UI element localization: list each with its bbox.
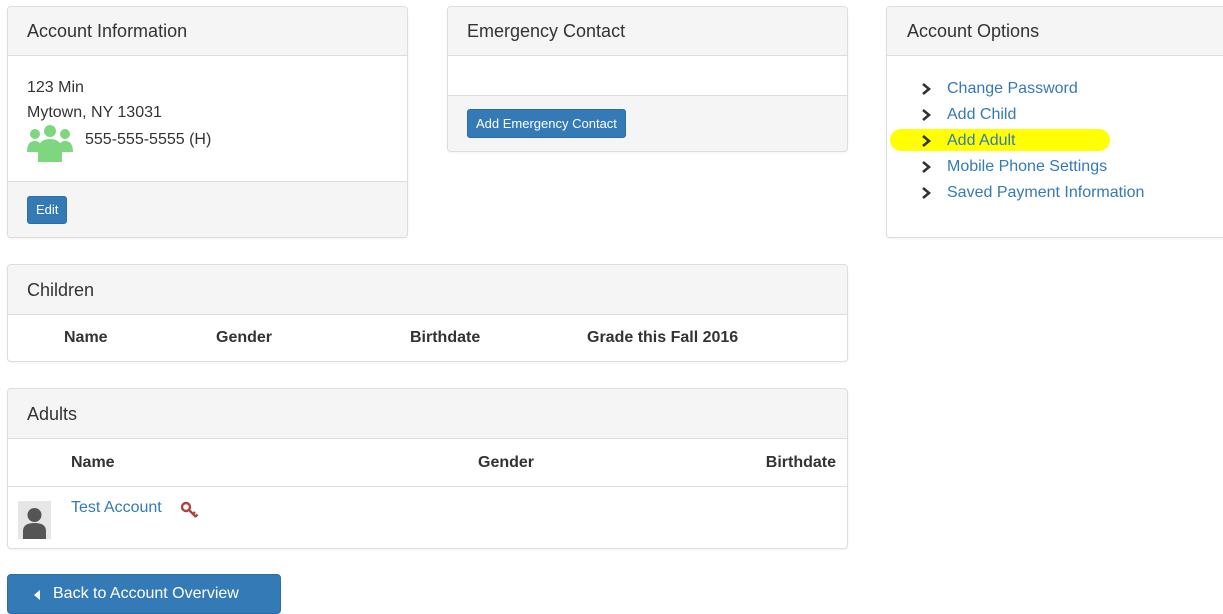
account-information-heading: Account Information <box>8 7 407 56</box>
address-line-2: Mytown, NY 13031 <box>27 104 162 121</box>
option-mobile-phone-settings[interactable]: Mobile Phone Settings <box>920 155 1220 179</box>
adults-column-name: Name <box>71 454 115 471</box>
caret-left-icon <box>34 590 40 600</box>
table-divider <box>8 486 847 487</box>
chevron-right-icon <box>922 109 932 121</box>
back-button-label: Back to Account Overview <box>53 585 239 602</box>
adults-heading: Adults <box>8 389 847 439</box>
phone-number: 555-555-5555 (H) <box>85 131 212 148</box>
add-emergency-contact-button[interactable]: Add Emergency Contact <box>467 109 626 138</box>
phone-row: 555-555-5555 (H) <box>27 124 327 162</box>
family-icon <box>27 125 73 162</box>
children-panel: Children Name Gender Birthdate Grade thi… <box>7 264 848 362</box>
adults-column-gender: Gender <box>478 454 535 471</box>
option-change-password[interactable]: Change Password <box>920 77 1220 101</box>
option-label[interactable]: Change Password <box>947 77 1078 101</box>
option-label[interactable]: Add Adult <box>947 129 1016 153</box>
account-information-footer: Edit <box>8 181 407 237</box>
address-line-1: 123 Min <box>27 79 84 96</box>
account-information-panel: Account Information 123 Min Mytown, NY 1… <box>7 6 408 238</box>
adults-column-birthdate: Birthdate <box>765 454 836 471</box>
chevron-right-icon <box>922 187 932 199</box>
children-column-birthdate: Birthdate <box>410 329 481 346</box>
children-column-name: Name <box>64 329 108 346</box>
option-label[interactable]: Saved Payment Information <box>947 181 1144 205</box>
option-add-adult[interactable]: Add Adult <box>890 129 1220 153</box>
chevron-right-icon <box>922 161 932 173</box>
back-to-account-overview-button[interactable]: Back to Account Overview <box>7 574 281 614</box>
option-add-child[interactable]: Add Child <box>920 103 1220 127</box>
option-label[interactable]: Mobile Phone Settings <box>947 155 1107 179</box>
account-options-heading: Account Options <box>887 7 1223 56</box>
key-icon <box>180 501 199 518</box>
user-avatar-icon <box>18 501 51 539</box>
chevron-right-icon <box>922 83 932 95</box>
children-heading: Children <box>8 265 847 315</box>
option-label[interactable]: Add Child <box>947 103 1016 127</box>
edit-button[interactable]: Edit <box>27 196 68 224</box>
emergency-contact-footer: Add Emergency Contact <box>448 95 847 151</box>
children-column-gender: Gender <box>216 329 273 346</box>
option-saved-payment-information[interactable]: Saved Payment Information <box>920 181 1220 205</box>
chevron-right-icon <box>922 135 932 147</box>
account-options-panel: Account Options Change Password Add Chil… <box>886 6 1223 238</box>
adult-name-link[interactable]: Test Account <box>71 499 162 517</box>
emergency-contact-heading: Emergency Contact <box>448 7 847 56</box>
children-column-grade: Grade this Fall 2016 <box>587 329 739 346</box>
emergency-contact-panel: Emergency Contact Add Emergency Contact <box>447 6 848 152</box>
adults-panel: Adults Name Gender Birthdate Test Accoun… <box>7 388 848 549</box>
